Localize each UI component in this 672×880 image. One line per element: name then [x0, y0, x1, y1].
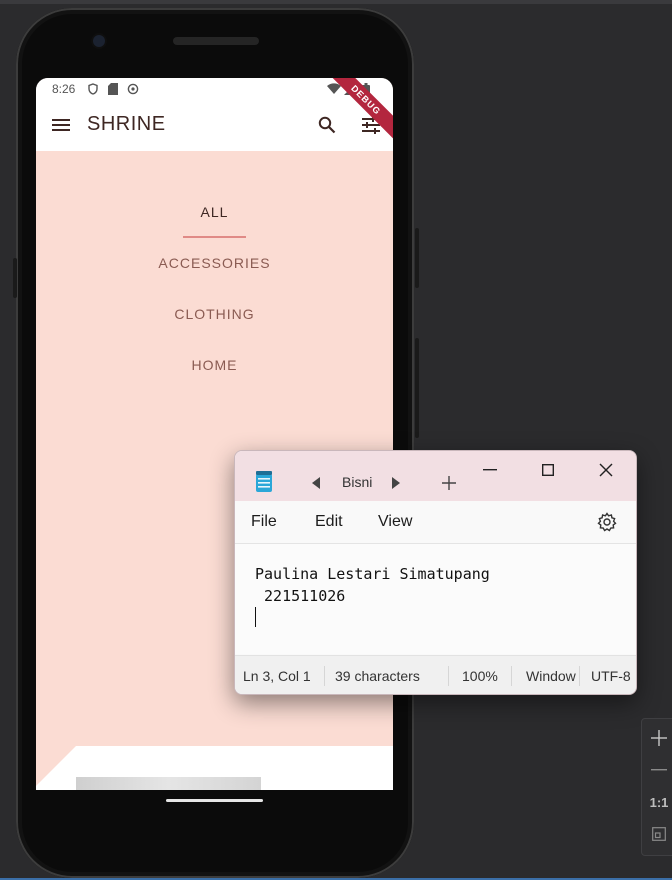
zoom-out-icon[interactable] — [642, 755, 672, 785]
product-image[interactable] — [76, 777, 261, 790]
tab-next-icon[interactable] — [392, 476, 400, 494]
shield-icon — [86, 82, 100, 96]
home-indicator[interactable] — [166, 799, 263, 802]
text-line-1: Paulina Lestari Simatupang — [255, 565, 490, 583]
menu-view[interactable]: View — [378, 513, 412, 531]
settings-gear-icon[interactable] — [597, 512, 617, 537]
volume-up-button[interactable] — [13, 258, 17, 298]
minimize-icon[interactable] — [479, 459, 501, 481]
notepad-tab-title[interactable]: Bisni — [342, 474, 372, 490]
actual-size-button[interactable]: 1:1 — [642, 787, 672, 817]
menu-edit[interactable]: Edit — [315, 513, 343, 531]
fit-screen-icon[interactable] — [642, 819, 672, 849]
app-bar: SHRINE — [36, 100, 393, 151]
status-divider — [448, 666, 449, 686]
notepad-window: Bisni File Edit View Paulina Lestari Sim… — [234, 450, 637, 695]
face-icon — [126, 82, 140, 96]
status-encoding[interactable]: UTF-8 — [591, 668, 631, 684]
notepad-titlebar[interactable]: Bisni — [235, 451, 636, 501]
power-button[interactable] — [415, 228, 419, 288]
category-active-indicator — [183, 236, 246, 238]
zoom-in-icon[interactable] — [642, 723, 672, 753]
close-icon[interactable] — [595, 459, 617, 481]
tab-prev-icon[interactable] — [312, 476, 320, 494]
status-zoom[interactable]: 100% — [462, 668, 498, 684]
status-divider — [511, 666, 512, 686]
volume-rocker[interactable] — [415, 338, 419, 438]
notepad-app-icon — [255, 471, 273, 498]
category-accessories[interactable]: ACCESSORIES — [36, 255, 393, 271]
earpiece-speaker — [173, 37, 259, 45]
status-cursor-position: Ln 3, Col 1 — [243, 668, 311, 684]
text-line-2: 221511026 — [255, 587, 346, 605]
menu-icon[interactable] — [47, 111, 75, 139]
status-divider — [579, 666, 580, 686]
notepad-menubar: File Edit View — [235, 501, 636, 544]
text-cursor — [255, 607, 256, 627]
category-home[interactable]: HOME — [36, 357, 393, 373]
search-icon[interactable] — [313, 111, 341, 139]
top-border — [0, 0, 672, 4]
menu-file[interactable]: File — [251, 513, 277, 531]
status-divider — [324, 666, 325, 686]
new-tab-icon[interactable] — [442, 476, 456, 495]
category-clothing[interactable]: CLOTHING — [36, 306, 393, 322]
status-line-ending[interactable]: Window — [526, 668, 578, 684]
status-char-count: 39 characters — [335, 668, 420, 684]
emulator-zoom-toolbar: 1:1 — [641, 718, 672, 856]
maximize-icon[interactable] — [537, 459, 559, 481]
front-camera — [93, 35, 105, 47]
notepad-statusbar: Ln 3, Col 1 39 characters 100% Window UT… — [235, 655, 636, 694]
sd-card-icon — [106, 82, 120, 96]
app-title: SHRINE — [87, 113, 166, 135]
notepad-text-area[interactable]: Paulina Lestari Simatupang 221511026 — [235, 544, 636, 654]
category-all[interactable]: ALL — [36, 204, 393, 220]
status-time: 8:26 — [52, 82, 76, 96]
